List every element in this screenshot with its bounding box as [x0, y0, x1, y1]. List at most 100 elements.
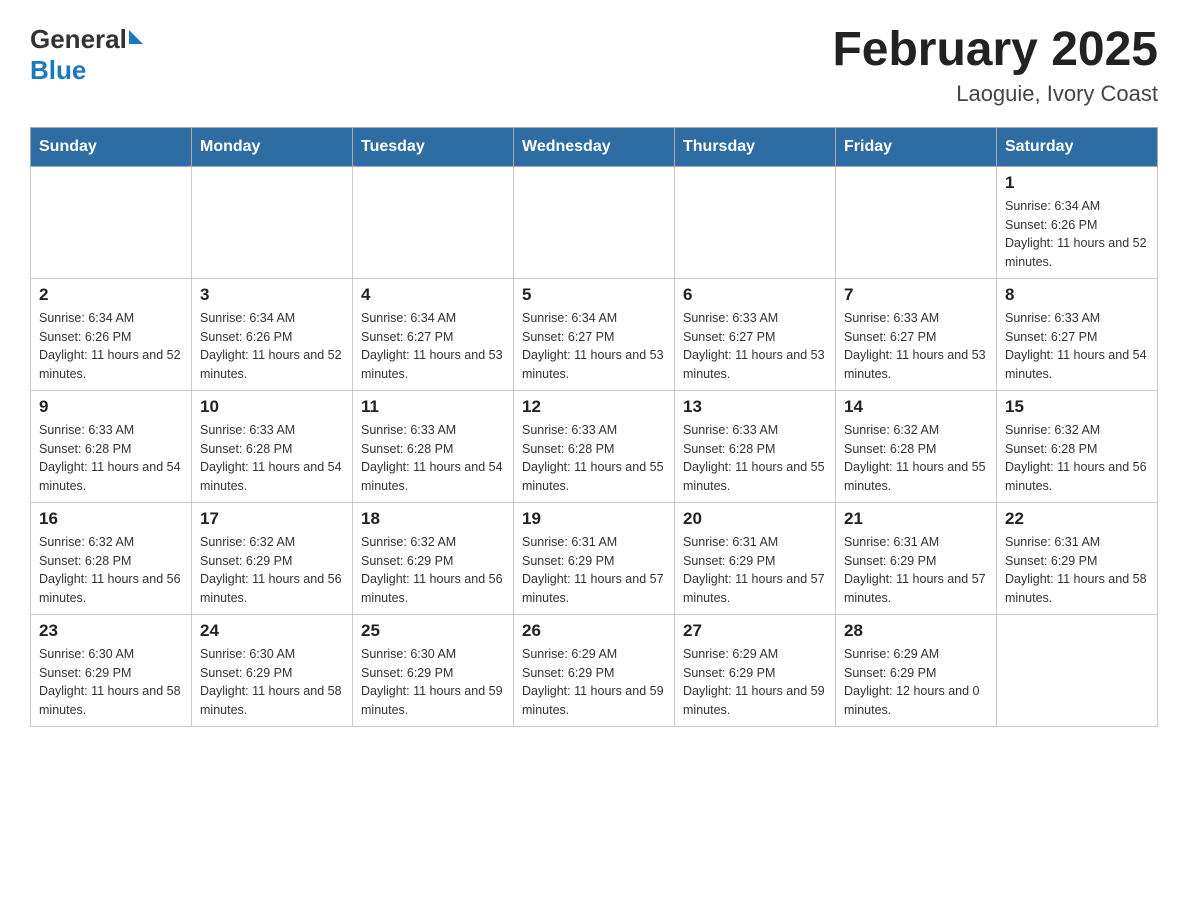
- day-info: Sunrise: 6:34 AMSunset: 6:27 PMDaylight:…: [522, 309, 666, 384]
- day-number: 25: [361, 621, 505, 641]
- calendar-week-row: 2 Sunrise: 6:34 AMSunset: 6:26 PMDaylight…: [31, 278, 1158, 390]
- day-number: 2: [39, 285, 183, 305]
- day-info: Sunrise: 6:33 AMSunset: 6:28 PMDaylight:…: [200, 421, 344, 496]
- calendar-cell: 12Sunrise: 6:33 AMSunset: 6:28 PMDayligh…: [514, 390, 675, 502]
- day-number: 22: [1005, 509, 1149, 529]
- day-info: Sunrise: 6:33 AMSunset: 6:28 PMDaylight:…: [683, 421, 827, 496]
- day-info: Sunrise: 6:32 AMSunset: 6:29 PMDaylight:…: [200, 533, 344, 608]
- day-info: Sunrise: 6:32 AMSunset: 6:28 PMDaylight:…: [1005, 421, 1149, 496]
- calendar-cell: 7 Sunrise: 6:33 AMSunset: 6:27 PMDaylight…: [836, 278, 997, 390]
- calendar-cell: 3Sunrise: 6:34 AMSunset: 6:26 PMDaylight…: [192, 278, 353, 390]
- day-info: Sunrise: 6:33 AMSunset: 6:28 PMDaylight:…: [39, 421, 183, 496]
- day-info: Sunrise: 6:33 AMSunset: 6:27 PMDaylight:…: [1005, 309, 1149, 384]
- col-tuesday: Tuesday: [353, 127, 514, 166]
- calendar-cell: 23 Sunrise: 6:30 AMSunset: 6:29 PMDayligh…: [31, 614, 192, 726]
- day-number: 8: [1005, 285, 1149, 305]
- calendar-table: Sunday Monday Tuesday Wednesday Thursday…: [30, 127, 1158, 727]
- day-number: 11: [361, 397, 505, 417]
- col-friday: Friday: [836, 127, 997, 166]
- day-info: Sunrise: 6:31 AMSunset: 6:29 PMDaylight:…: [683, 533, 827, 608]
- calendar-body: 1 Sunrise: 6:34 AMSunset: 6:26 PMDaylight…: [31, 166, 1158, 726]
- calendar-cell: 13 Sunrise: 6:33 AMSunset: 6:28 PMDayligh…: [675, 390, 836, 502]
- day-number: 13: [683, 397, 827, 417]
- day-number: 9: [39, 397, 183, 417]
- day-number: 5: [522, 285, 666, 305]
- calendar-cell: 11 Sunrise: 6:33 AMSunset: 6:28 PMDayligh…: [353, 390, 514, 502]
- calendar-cell: 8 Sunrise: 6:33 AMSunset: 6:27 PMDaylight…: [997, 278, 1158, 390]
- day-number: 12: [522, 397, 666, 417]
- day-number: 17: [200, 509, 344, 529]
- day-number: 3: [200, 285, 344, 305]
- day-info: Sunrise: 6:33 AMSunset: 6:27 PMDaylight:…: [844, 309, 988, 384]
- calendar-week-row: 16 Sunrise: 6:32 AMSunset: 6:28 PMDayligh…: [31, 502, 1158, 614]
- day-info: Sunrise: 6:30 AMSunset: 6:29 PMDaylight:…: [200, 645, 344, 720]
- day-number: 14: [844, 397, 988, 417]
- logo-general-text: General: [30, 24, 127, 55]
- calendar-cell: [514, 166, 675, 278]
- day-number: 28: [844, 621, 988, 641]
- calendar-cell: 14Sunrise: 6:32 AMSunset: 6:28 PMDayligh…: [836, 390, 997, 502]
- day-number: 18: [361, 509, 505, 529]
- calendar-cell: [997, 614, 1158, 726]
- calendar-cell: 25 Sunrise: 6:30 AMSunset: 6:29 PMDayligh…: [353, 614, 514, 726]
- calendar-cell: 5 Sunrise: 6:34 AMSunset: 6:27 PMDaylight…: [514, 278, 675, 390]
- calendar-subtitle: Laoguie, Ivory Coast: [832, 81, 1158, 107]
- day-info: Sunrise: 6:29 AMSunset: 6:29 PMDaylight:…: [683, 645, 827, 720]
- calendar-cell: 2 Sunrise: 6:34 AMSunset: 6:26 PMDaylight…: [31, 278, 192, 390]
- day-info: Sunrise: 6:31 AMSunset: 6:29 PMDaylight:…: [844, 533, 988, 608]
- day-number: 1: [1005, 173, 1149, 193]
- day-info: Sunrise: 6:32 AMSunset: 6:28 PMDaylight:…: [39, 533, 183, 608]
- calendar-cell: 18 Sunrise: 6:32 AMSunset: 6:29 PMDayligh…: [353, 502, 514, 614]
- day-number: 16: [39, 509, 183, 529]
- title-area: February 2025 Laoguie, Ivory Coast: [832, 24, 1158, 107]
- calendar-cell: 24 Sunrise: 6:30 AMSunset: 6:29 PMDayligh…: [192, 614, 353, 726]
- day-number: 23: [39, 621, 183, 641]
- calendar-cell: 17 Sunrise: 6:32 AMSunset: 6:29 PMDayligh…: [192, 502, 353, 614]
- day-info: Sunrise: 6:29 AMSunset: 6:29 PMDaylight:…: [844, 645, 988, 720]
- day-number: 6: [683, 285, 827, 305]
- day-info: Sunrise: 6:34 AMSunset: 6:27 PMDaylight:…: [361, 309, 505, 384]
- calendar-cell: 4 Sunrise: 6:34 AMSunset: 6:27 PMDaylight…: [353, 278, 514, 390]
- calendar-cell: [31, 166, 192, 278]
- day-info: Sunrise: 6:33 AMSunset: 6:28 PMDaylight:…: [361, 421, 505, 496]
- day-info: Sunrise: 6:31 AMSunset: 6:29 PMDaylight:…: [1005, 533, 1149, 608]
- calendar-header: Sunday Monday Tuesday Wednesday Thursday…: [31, 127, 1158, 166]
- day-number: 20: [683, 509, 827, 529]
- col-monday: Monday: [192, 127, 353, 166]
- day-number: 15: [1005, 397, 1149, 417]
- calendar-cell: 20 Sunrise: 6:31 AMSunset: 6:29 PMDayligh…: [675, 502, 836, 614]
- calendar-week-row: 23 Sunrise: 6:30 AMSunset: 6:29 PMDayligh…: [31, 614, 1158, 726]
- calendar-cell: 27Sunrise: 6:29 AMSunset: 6:29 PMDayligh…: [675, 614, 836, 726]
- day-number: 19: [522, 509, 666, 529]
- day-number: 7: [844, 285, 988, 305]
- calendar-cell: 16 Sunrise: 6:32 AMSunset: 6:28 PMDayligh…: [31, 502, 192, 614]
- logo-arrow-icon: [129, 30, 143, 44]
- day-info: Sunrise: 6:31 AMSunset: 6:29 PMDaylight:…: [522, 533, 666, 608]
- day-number: 24: [200, 621, 344, 641]
- day-info: Sunrise: 6:32 AMSunset: 6:29 PMDaylight:…: [361, 533, 505, 608]
- calendar-cell: [353, 166, 514, 278]
- day-info: Sunrise: 6:33 AMSunset: 6:27 PMDaylight:…: [683, 309, 827, 384]
- day-number: 4: [361, 285, 505, 305]
- day-info: Sunrise: 6:29 AMSunset: 6:29 PMDaylight:…: [522, 645, 666, 720]
- calendar-cell: 19 Sunrise: 6:31 AMSunset: 6:29 PMDayligh…: [514, 502, 675, 614]
- calendar-week-row: 1Sunrise: 6:34 AMSunset: 6:26 PMDaylight…: [31, 166, 1158, 278]
- calendar-cell: 1Sunrise: 6:34 AMSunset: 6:26 PMDaylight…: [997, 166, 1158, 278]
- col-saturday: Saturday: [997, 127, 1158, 166]
- col-wednesday: Wednesday: [514, 127, 675, 166]
- calendar-cell: 6 Sunrise: 6:33 AMSunset: 6:27 PMDaylight…: [675, 278, 836, 390]
- day-info: Sunrise: 6:30 AMSunset: 6:29 PMDaylight:…: [39, 645, 183, 720]
- calendar-cell: 15 Sunrise: 6:32 AMSunset: 6:28 PMDayligh…: [997, 390, 1158, 502]
- calendar-week-row: 9 Sunrise: 6:33 AMSunset: 6:28 PMDaylight…: [31, 390, 1158, 502]
- col-sunday: Sunday: [31, 127, 192, 166]
- day-info: Sunrise: 6:34 AMSunset: 6:26 PMDaylight:…: [39, 309, 183, 384]
- calendar-cell: 10 Sunrise: 6:33 AMSunset: 6:28 PMDayligh…: [192, 390, 353, 502]
- day-number: 10: [200, 397, 344, 417]
- calendar-cell: [192, 166, 353, 278]
- day-info: Sunrise: 6:30 AMSunset: 6:29 PMDaylight:…: [361, 645, 505, 720]
- calendar-cell: 21Sunrise: 6:31 AMSunset: 6:29 PMDayligh…: [836, 502, 997, 614]
- calendar-cell: [675, 166, 836, 278]
- logo-blue-text: Blue: [30, 55, 86, 86]
- calendar-cell: 9 Sunrise: 6:33 AMSunset: 6:28 PMDaylight…: [31, 390, 192, 502]
- calendar-cell: 28 Sunrise: 6:29 AMSunset: 6:29 PMDayligh…: [836, 614, 997, 726]
